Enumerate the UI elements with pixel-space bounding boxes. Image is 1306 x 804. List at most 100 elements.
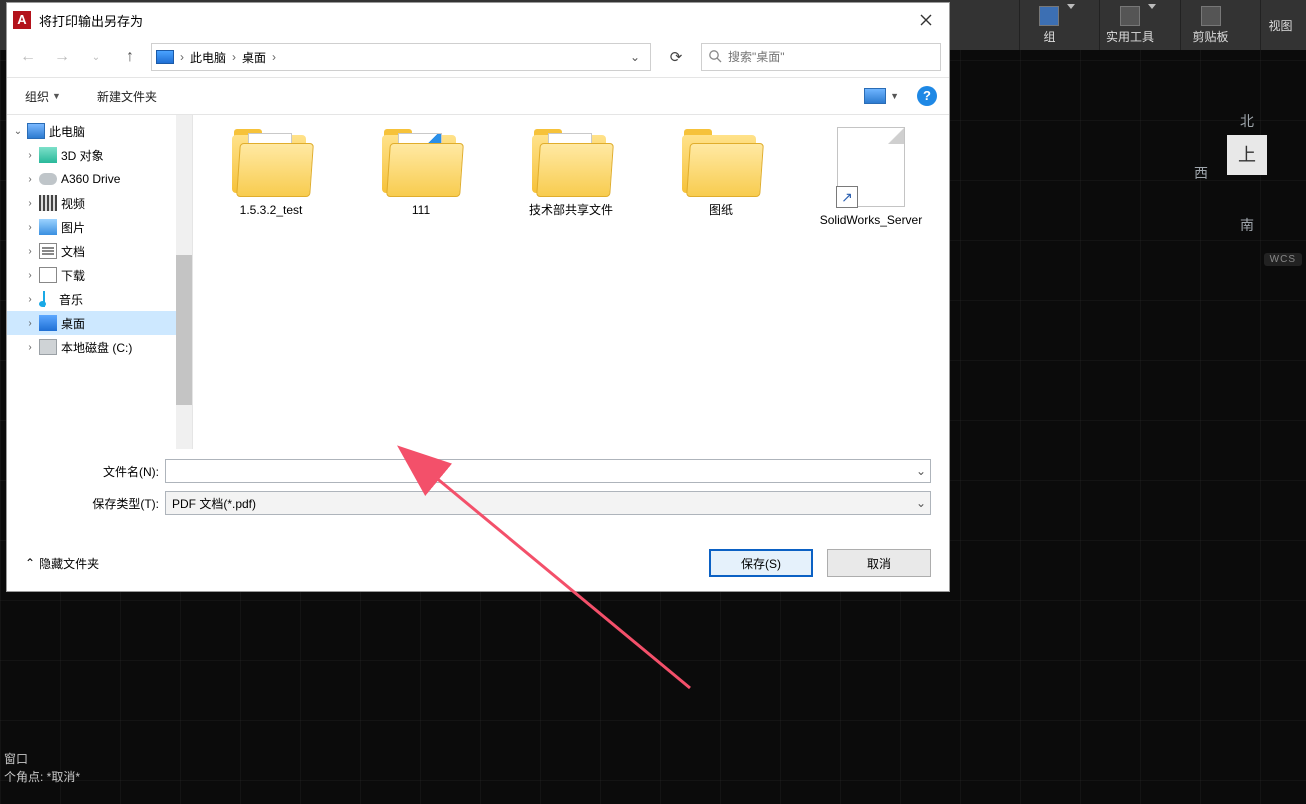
tree-root[interactable]: ⌄ 此电脑 (7, 119, 177, 143)
file-item[interactable]: ↗ SolidWorks_Server (811, 127, 931, 228)
tree-item-label: 3D 对象 (61, 147, 104, 164)
tree-item[interactable]: › 本地磁盘 (C:) (7, 335, 177, 359)
ribbon-group[interactable]: 组 (1019, 0, 1079, 50)
group-icon (1039, 6, 1059, 26)
search-input[interactable] (728, 50, 934, 64)
new-folder-label: 新建文件夹 (97, 88, 157, 105)
file-name: 111 (412, 203, 430, 218)
filename-label: 文件名(N): (25, 463, 165, 480)
pc-icon (27, 123, 45, 139)
chevron-icon: › (180, 50, 184, 64)
nav-tree[interactable]: ⌄ 此电脑 ›3D 对象›A360 Drive›视频›图片›文档›下载›音乐›桌… (7, 115, 193, 449)
tree-item-label: 桌面 (61, 315, 85, 332)
wcs-label[interactable]: WCS (1264, 253, 1302, 266)
file-name: 图纸 (709, 203, 733, 218)
tree-item[interactable]: ›音乐 (7, 287, 177, 311)
expand-icon[interactable]: › (23, 318, 37, 329)
expand-icon[interactable]: › (23, 294, 37, 305)
file-name: SolidWorks_Server (820, 213, 922, 228)
file-item[interactable]: 111 (361, 127, 481, 228)
view-mode-button[interactable]: ▼ (864, 88, 899, 104)
nav-forward[interactable]: → (49, 48, 75, 66)
save-button[interactable]: 保存(S) (709, 549, 813, 577)
titlebar: A 将打印输出另存为 (7, 3, 949, 37)
cmd-history-1: 窗口 (4, 750, 28, 767)
clipboard-icon (1201, 6, 1221, 26)
collapse-icon[interactable]: ⌄ (11, 126, 25, 137)
folder-icon (378, 127, 464, 197)
compass-south[interactable]: 南 (1240, 215, 1254, 235)
file-item[interactable]: 技术部共享文件 (511, 127, 631, 228)
filename-input[interactable]: ⌄ (165, 459, 931, 483)
organize-button[interactable]: 组织 ▼ (19, 85, 67, 108)
expand-icon[interactable]: › (23, 342, 37, 353)
tree-item[interactable]: ›下载 (7, 263, 177, 287)
viewcube-top-face[interactable]: 上 (1227, 135, 1267, 175)
compass-west[interactable]: 西 (1194, 163, 1208, 183)
tree-item-label: 本地磁盘 (C:) (61, 339, 132, 356)
tree-item[interactable]: › 3D 对象 (7, 143, 177, 167)
tree-scrollbar-thumb[interactable] (176, 255, 192, 405)
tree-item-label: A360 Drive (61, 172, 120, 186)
expand-icon[interactable]: › (23, 270, 37, 281)
tree-item-label: 视频 (61, 195, 85, 212)
tree-item-icon (43, 291, 55, 307)
tree-item[interactable]: › A360 Drive (7, 167, 177, 191)
tree-item[interactable]: › 桌面 (7, 311, 177, 335)
tree-item-icon (39, 315, 57, 331)
nav-up[interactable]: ↑ (117, 48, 143, 66)
dropdown-icon (1067, 4, 1075, 9)
ribbon-clipboard[interactable]: 剪贴板 (1180, 0, 1240, 50)
expand-icon[interactable]: › (23, 246, 37, 257)
tree-item-label: 图片 (61, 219, 85, 236)
organize-label: 组织 (25, 88, 49, 105)
path-dropdown[interactable]: ⌄ (624, 50, 646, 64)
hide-folders-button[interactable]: ⌃ 隐藏文件夹 (25, 555, 99, 572)
ribbon-group-label: 组 (1043, 28, 1055, 45)
save-as-dialog: A 将打印输出另存为 ← → ⌄ ↑ › 此电脑 › 桌面 › ⌄ ⟳ 组织 (6, 2, 950, 592)
expand-icon[interactable]: › (23, 198, 37, 209)
dialog-toolbar: 组织 ▼ 新建文件夹 ▼ ? (7, 77, 949, 115)
close-button[interactable] (903, 3, 949, 37)
view-cube[interactable]: 北 西 上 南 WCS (1192, 105, 1302, 285)
nav-back[interactable]: ← (15, 48, 41, 66)
expand-icon[interactable]: › (23, 222, 37, 233)
dropdown-icon[interactable]: ⌄ (916, 496, 926, 510)
dropdown-icon[interactable]: ⌄ (916, 464, 926, 478)
tree-item-icon (39, 173, 57, 185)
dialog-bottom: 文件名(N): ⌄ 保存类型(T): PDF 文档(*.pdf) ⌄ ⌃ 隐藏文… (7, 449, 949, 591)
new-folder-button[interactable]: 新建文件夹 (91, 85, 163, 108)
file-name: 技术部共享文件 (529, 203, 613, 218)
tree-item-icon (39, 195, 57, 211)
shortcut-overlay-icon: ↗ (836, 186, 858, 208)
cancel-button[interactable]: 取消 (827, 549, 931, 577)
help-button[interactable]: ? (917, 86, 937, 106)
tools-icon (1120, 6, 1140, 26)
file-item[interactable]: 图纸 (661, 127, 781, 228)
nav-recent[interactable]: ⌄ (83, 52, 109, 63)
filetype-value: PDF 文档(*.pdf) (172, 495, 256, 512)
tree-item[interactable]: ›文档 (7, 239, 177, 263)
compass-north[interactable]: 北 (1240, 111, 1254, 131)
cmd-history-2: 个角点: *取消* (4, 768, 80, 785)
dropdown-icon (1148, 4, 1156, 9)
save-label: 保存(S) (741, 555, 781, 572)
ribbon-tools[interactable]: 实用工具 (1099, 0, 1160, 50)
chevron-up-icon: ⌃ (25, 556, 35, 570)
tree-item[interactable]: › 视频 (7, 191, 177, 215)
ribbon-view[interactable]: 视图 (1260, 0, 1300, 50)
file-list[interactable]: 1.5.3.2_test 111 技术部共享文件 图纸 ↗ SolidWorks_Serv… (193, 115, 949, 449)
file-item[interactable]: 1.5.3.2_test (211, 127, 331, 228)
tree-item[interactable]: › 图片 (7, 215, 177, 239)
search-box[interactable] (701, 43, 941, 71)
expand-icon[interactable]: › (23, 150, 37, 161)
breadcrumb-root[interactable]: 此电脑 (190, 49, 226, 66)
breadcrumb-bar[interactable]: › 此电脑 › 桌面 › ⌄ (151, 43, 651, 71)
filetype-select[interactable]: PDF 文档(*.pdf) ⌄ (165, 491, 931, 515)
folder-icon (228, 127, 314, 197)
folder-icon (678, 127, 764, 197)
expand-icon[interactable]: › (23, 174, 37, 185)
breadcrumb-leaf[interactable]: 桌面 (242, 49, 266, 66)
dropdown-icon: ▼ (52, 91, 61, 101)
refresh-button[interactable]: ⟳ (659, 43, 693, 71)
